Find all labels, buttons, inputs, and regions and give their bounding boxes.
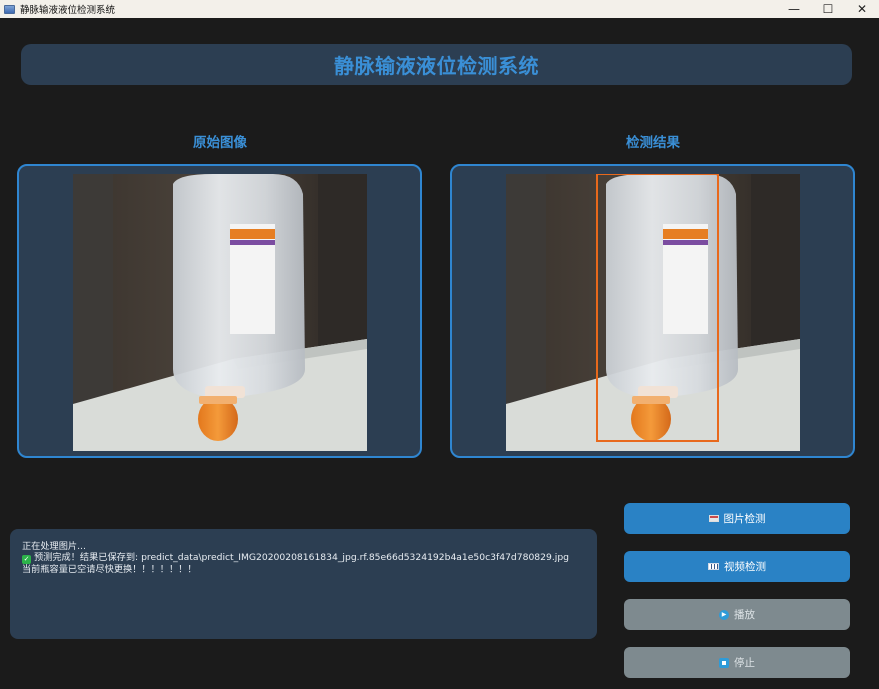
iv-bottle-photo xyxy=(73,174,367,451)
original-image xyxy=(73,174,367,451)
log-line-saved: ✓ 预测完成！结果已保存到: predict_data\predict_IMG20… xyxy=(22,552,585,564)
play-label: 播放 xyxy=(734,609,755,621)
image-detect-button[interactable]: 图片检测 xyxy=(624,503,850,534)
video-detect-button[interactable]: 视频检测 xyxy=(624,551,850,582)
log-line-warning: 当前瓶容量已空请尽快更换！！！！！！！ xyxy=(22,564,197,575)
check-icon: ✓ xyxy=(22,555,31,564)
stop-label: 停止 xyxy=(734,657,755,669)
app-icon xyxy=(4,4,15,14)
app-title: 静脉输液液位检测系统 xyxy=(334,54,539,78)
image-icon xyxy=(708,515,719,522)
image-detect-label: 图片检测 xyxy=(723,513,766,525)
film-icon xyxy=(708,563,719,570)
close-button[interactable]: ✕ xyxy=(845,0,879,18)
video-detect-label: 视频检测 xyxy=(724,561,766,573)
play-button[interactable]: ▶ 播放 xyxy=(624,599,850,630)
window-title: 静脉输液液位检测系统 xyxy=(20,5,116,16)
stop-button[interactable]: 停止 xyxy=(624,647,850,678)
app-header: 静脉输液液位检测系统 xyxy=(21,44,852,85)
log-line-saved-text: 预测完成！结果已保存到: predict_data\predict_IMG202… xyxy=(34,552,569,563)
original-image-panel xyxy=(17,164,422,458)
result-image-panel xyxy=(450,164,855,458)
play-icon: ▶ xyxy=(719,609,729,620)
log-line-processing: 正在处理图片... xyxy=(22,541,86,552)
result-image-label: 检测结果 xyxy=(626,135,680,151)
stop-icon xyxy=(719,657,729,668)
window-titlebar: 静脉输液液位检测系统 — ☐ ✕ xyxy=(0,0,879,18)
original-image-label: 原始图像 xyxy=(193,135,247,151)
log-output: 正在处理图片... ✓ 预测完成！结果已保存到: predict_data\pre… xyxy=(10,529,597,639)
maximize-button[interactable]: ☐ xyxy=(811,0,845,18)
minimize-button[interactable]: — xyxy=(777,0,811,18)
iv-bottle-detection-photo xyxy=(506,174,800,451)
result-image xyxy=(506,174,800,451)
